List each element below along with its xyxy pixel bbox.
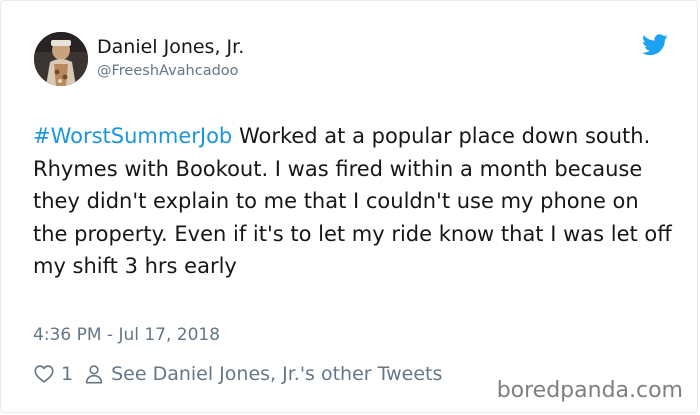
heart-icon — [33, 363, 55, 385]
like-count: 1 — [61, 363, 74, 385]
other-tweets-label: See Daniel Jones, Jr.'s other Tweets — [111, 363, 443, 385]
display-name[interactable]: Daniel Jones, Jr. — [97, 35, 244, 59]
watermark: boredpanda.com — [496, 378, 683, 403]
hashtag-link[interactable]: #WorstSummerJob — [33, 124, 232, 148]
like-button[interactable]: 1 — [33, 363, 73, 385]
tweet-timestamp[interactable]: 4:36 PM - Jul 17, 2018 — [33, 324, 220, 346]
tweet-card: Daniel Jones, Jr. @FreeshAvahcadoo #Wors… — [0, 0, 698, 413]
tweet-actions: 1 See Daniel Jones, Jr.'s other Tweets — [33, 361, 442, 387]
avatar-image — [34, 32, 88, 86]
twitter-bird-icon[interactable] — [642, 34, 668, 56]
user-handle[interactable]: @FreeshAvahcadoo — [97, 62, 239, 80]
other-tweets-link[interactable]: See Daniel Jones, Jr.'s other Tweets — [83, 363, 442, 385]
avatar[interactable] — [34, 32, 88, 86]
tweet-text: #WorstSummerJob Worked at a popular plac… — [33, 120, 673, 283]
person-icon — [83, 363, 105, 385]
